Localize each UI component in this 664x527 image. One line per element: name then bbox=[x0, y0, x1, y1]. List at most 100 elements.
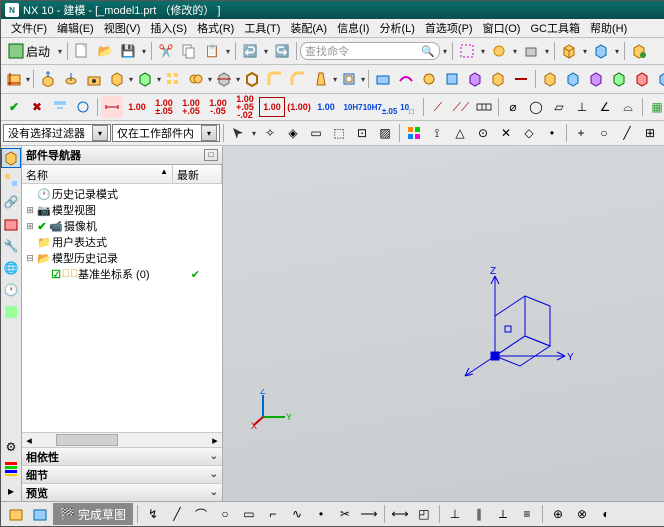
sk-more-b-icon[interactable]: ⊗ bbox=[571, 503, 593, 525]
blend-icon[interactable] bbox=[264, 68, 286, 90]
reject-icon[interactable]: ✖ bbox=[26, 96, 48, 118]
ann-a-icon[interactable]: ▦ bbox=[646, 96, 664, 118]
gc-e-icon[interactable] bbox=[631, 68, 653, 90]
filter-b-icon[interactable] bbox=[72, 96, 94, 118]
filter-a-icon[interactable] bbox=[49, 96, 71, 118]
tol-2[interactable]: 1.00±.05 bbox=[151, 97, 177, 117]
more-e-icon[interactable] bbox=[464, 68, 486, 90]
cube3-icon[interactable] bbox=[628, 40, 650, 62]
gc-f-icon[interactable] bbox=[654, 68, 664, 90]
dim-linear-icon[interactable] bbox=[101, 96, 123, 118]
tol-10[interactable]: 10H7±.05 bbox=[367, 97, 393, 117]
sym-e-icon[interactable]: ∠ bbox=[594, 96, 616, 118]
menu-insert[interactable]: 插入(S) bbox=[146, 19, 191, 37]
sketch-icon[interactable] bbox=[3, 68, 25, 90]
sk-line-icon[interactable]: ╱ bbox=[166, 503, 188, 525]
gc-c-icon[interactable] bbox=[585, 68, 607, 90]
navigator-pin-icon[interactable]: □ bbox=[204, 149, 218, 161]
sk-a-icon[interactable] bbox=[5, 503, 27, 525]
trim-icon[interactable] bbox=[213, 68, 235, 90]
offset-icon[interactable] bbox=[338, 68, 360, 90]
surf-a-icon[interactable]: ⟋ bbox=[427, 96, 449, 118]
copy-icon[interactable] bbox=[178, 40, 200, 62]
nav-part-icon[interactable] bbox=[1, 148, 21, 168]
more-d-icon[interactable] bbox=[441, 68, 463, 90]
more-f-icon[interactable] bbox=[487, 68, 509, 90]
snap-pt-icon[interactable]: • bbox=[541, 122, 563, 144]
sk-dim-icon[interactable]: ⟷ bbox=[389, 503, 411, 525]
extrude-icon[interactable] bbox=[37, 68, 59, 90]
save-dropdown[interactable]: ▾ bbox=[140, 47, 148, 56]
snap-perp-icon[interactable]: + bbox=[570, 122, 592, 144]
menu-window[interactable]: 窗口(O) bbox=[479, 19, 525, 37]
tol-4[interactable]: 1.00-.05 bbox=[205, 97, 231, 117]
sk-more-a-icon[interactable]: ⊕ bbox=[547, 503, 569, 525]
sk-more-c-icon[interactable]: ◐ bbox=[595, 503, 617, 525]
tol-11[interactable]: 10□ bbox=[394, 97, 420, 117]
sym-f-icon[interactable]: ⌓ bbox=[617, 96, 639, 118]
check-icon[interactable]: ✔ bbox=[3, 96, 25, 118]
unite-icon[interactable] bbox=[185, 68, 207, 90]
sk-geo-icon[interactable]: ◰ bbox=[413, 503, 435, 525]
snap-near-icon[interactable]: ╱ bbox=[616, 122, 638, 144]
redo-icon[interactable]: ↪️ bbox=[271, 40, 293, 62]
sk-arc-icon[interactable]: ⌒ bbox=[190, 503, 212, 525]
menu-pref[interactable]: 首选项(P) bbox=[421, 19, 477, 37]
draft-icon[interactable] bbox=[310, 68, 332, 90]
nav-assy-icon[interactable] bbox=[1, 170, 21, 190]
tree-user-expr[interactable]: 📁用户表达式 bbox=[22, 234, 222, 250]
search-dropdown[interactable]: ▾ bbox=[441, 47, 449, 56]
cube-icon[interactable] bbox=[558, 40, 580, 62]
snap-end-icon[interactable]: ⟟ bbox=[426, 122, 448, 144]
tree-datum-csys[interactable]: ☑�⃟基准坐标系 (0)✔ bbox=[22, 266, 222, 282]
section-preview[interactable]: 预览⌄ bbox=[22, 483, 222, 501]
sk-circle-icon[interactable]: ○ bbox=[214, 503, 236, 525]
sk-fillet-icon[interactable]: ⌐ bbox=[262, 503, 284, 525]
menu-edit[interactable]: 编辑(E) bbox=[53, 19, 98, 37]
undo-icon[interactable]: ↩️ bbox=[239, 40, 261, 62]
hole-icon[interactable] bbox=[83, 68, 105, 90]
graphics-viewport[interactable]: Z Y Z Y X bbox=[223, 146, 664, 501]
menu-gc[interactable]: GC工具箱 bbox=[526, 19, 584, 37]
more-g-icon[interactable] bbox=[510, 68, 532, 90]
col-latest[interactable]: 最新 bbox=[173, 165, 222, 183]
tree-cameras[interactable]: ⊞✔📹摄像机 bbox=[22, 218, 222, 234]
snap-mid-icon[interactable]: △ bbox=[449, 122, 471, 144]
sel-e-icon[interactable]: ⬚ bbox=[328, 122, 350, 144]
sel-a-icon[interactable] bbox=[227, 122, 249, 144]
nav-constraint-icon[interactable]: 🔗 bbox=[1, 192, 21, 212]
more-c-icon[interactable] bbox=[418, 68, 440, 90]
cube2-icon[interactable] bbox=[590, 40, 612, 62]
selection-filter-combo[interactable]: 没有选择过滤器▾ bbox=[3, 124, 111, 142]
sk-con-c-icon[interactable]: ⟂ bbox=[492, 503, 514, 525]
tol-8[interactable]: 1.00 bbox=[313, 97, 339, 117]
sel-f-icon[interactable]: ⊡ bbox=[351, 122, 373, 144]
start-menu-button[interactable]: 启动 bbox=[3, 40, 55, 62]
nav-hd3d-icon[interactable]: 🔧 bbox=[1, 236, 21, 256]
sel-c-icon[interactable]: ◈ bbox=[282, 122, 304, 144]
menu-tools[interactable]: 工具(T) bbox=[240, 19, 284, 37]
nav-color-icon[interactable] bbox=[1, 459, 21, 479]
snap-quad-icon[interactable]: ◇ bbox=[518, 122, 540, 144]
scope-combo[interactable]: 仅在工作部件内▾ bbox=[112, 124, 220, 142]
gc-d-icon[interactable] bbox=[608, 68, 630, 90]
menu-file[interactable]: 文件(F) bbox=[7, 19, 51, 37]
sk-rect-icon[interactable]: ▭ bbox=[238, 503, 260, 525]
tool-c-icon[interactable] bbox=[520, 40, 542, 62]
gdt-icon[interactable] bbox=[473, 96, 495, 118]
sym-d-icon[interactable]: ⊥ bbox=[571, 96, 593, 118]
nav-reuse-icon[interactable] bbox=[1, 214, 21, 234]
feature-a-icon[interactable] bbox=[134, 68, 156, 90]
sel-b-icon[interactable]: ✧ bbox=[259, 122, 281, 144]
gc-a-icon[interactable] bbox=[539, 68, 561, 90]
tol-1[interactable]: 1.00 bbox=[124, 97, 150, 117]
tree-model-history[interactable]: ⊟📂模型历史记录 bbox=[22, 250, 222, 266]
tree-model-views[interactable]: ⊞📷模型视图 bbox=[22, 202, 222, 218]
chamfer-icon[interactable] bbox=[287, 68, 309, 90]
tool-b-icon[interactable] bbox=[488, 40, 510, 62]
sel-d-icon[interactable]: ▭ bbox=[305, 122, 327, 144]
command-search-input[interactable]: 查找命令🔍 bbox=[300, 42, 440, 60]
start-dropdown[interactable]: ▾ bbox=[56, 47, 64, 56]
sym-a-icon[interactable]: ⌀ bbox=[502, 96, 524, 118]
menu-assembly[interactable]: 装配(A) bbox=[286, 19, 331, 37]
